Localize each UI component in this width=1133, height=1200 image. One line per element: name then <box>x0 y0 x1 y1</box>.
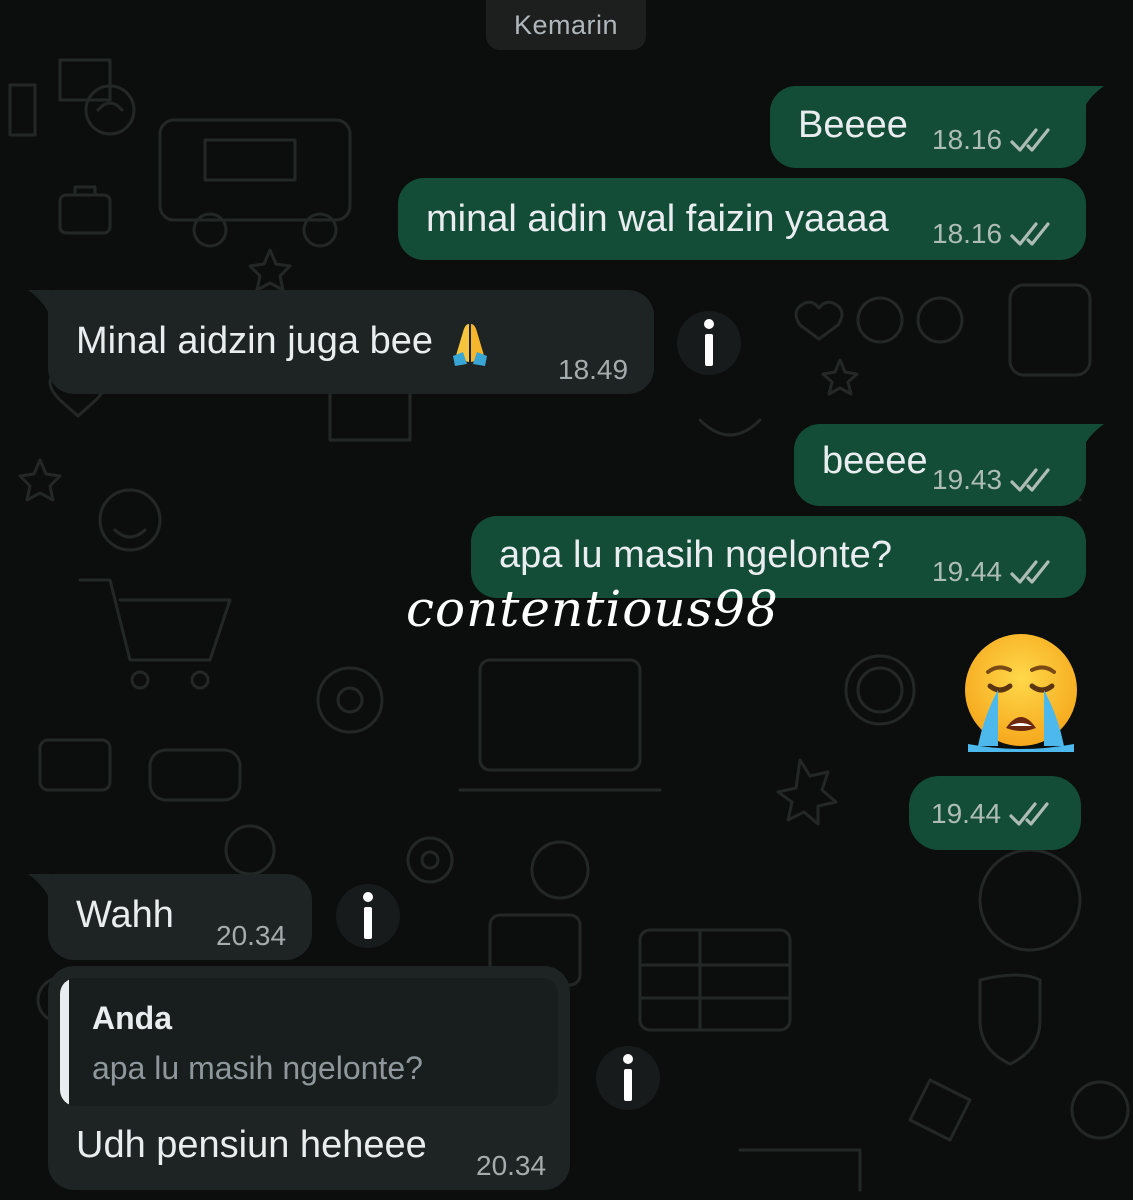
message-text: Wahh <box>76 894 174 936</box>
message-meta: 18.16 <box>932 218 1056 250</box>
message-text: apa lu masih ngelonte? <box>499 534 892 576</box>
message-meta: 19.43 <box>932 464 1056 496</box>
info-icon <box>363 892 373 939</box>
info-icon <box>704 319 714 366</box>
outgoing-message[interactable]: 19.44 <box>909 776 1081 850</box>
bubble-tail <box>1080 424 1104 446</box>
info-icon <box>623 1054 633 1101</box>
message-text: Minal aidzin juga bee <box>76 320 493 366</box>
info-button[interactable] <box>596 1046 660 1110</box>
incoming-reply-message[interactable]: Anda apa lu masih ngelonte? Udh pensiun … <box>48 966 570 1190</box>
message-time: 20.34 <box>216 920 287 951</box>
double-check-icon <box>1010 222 1050 246</box>
message-text: minal aidin wal faizin yaaaa <box>426 198 889 240</box>
message-text: beeee <box>822 440 928 482</box>
double-check-icon <box>1010 560 1050 584</box>
message-time: 19.44 <box>932 556 1003 587</box>
info-button[interactable] <box>677 311 741 375</box>
message-time: 18.16 <box>932 218 1003 249</box>
double-check-icon <box>1010 128 1050 152</box>
double-check-icon <box>1010 468 1050 492</box>
outgoing-message[interactable]: Beeee 18.16 <box>770 86 1086 168</box>
message-time: 18.49 <box>558 354 629 385</box>
bubble-tail <box>28 874 52 896</box>
message-meta: 20.34 <box>216 920 286 952</box>
bubble-tail <box>28 290 52 312</box>
quote-bar <box>60 978 69 1106</box>
message-meta: 19.44 <box>931 798 1055 830</box>
double-check-icon <box>1009 802 1049 826</box>
message-time: 19.44 <box>931 798 1002 829</box>
message-time: 18.16 <box>932 124 1003 155</box>
watermark-text: contentious98 <box>406 580 779 638</box>
info-button[interactable] <box>336 884 400 948</box>
outgoing-message[interactable]: minal aidin wal faizin yaaaa 18.16 <box>398 178 1086 260</box>
message-time: 20.34 <box>476 1150 547 1181</box>
quote-author: Anda <box>92 1000 172 1036</box>
message-text: Beeee <box>798 104 908 146</box>
incoming-message[interactable]: Wahh 20.34 <box>48 874 312 960</box>
message-meta: 18.16 <box>932 124 1056 156</box>
outgoing-message[interactable]: beeee 19.43 <box>794 424 1086 506</box>
quoted-message[interactable]: Anda apa lu masih ngelonte? <box>60 978 558 1106</box>
message-text-content: Minal aidzin juga bee <box>76 320 434 363</box>
incoming-message[interactable]: Minal aidzin juga bee 18.49 <box>48 290 654 394</box>
message-meta: 20.34 <box>476 1150 546 1182</box>
quote-text: apa lu masih ngelonte? <box>92 1050 423 1086</box>
bubble-tail <box>1080 86 1104 108</box>
date-divider: Kemarin <box>486 0 646 50</box>
message-text: Udh pensiun heheee <box>76 1124 427 1166</box>
folded-hands-emoji <box>453 324 488 366</box>
message-meta: 18.49 <box>558 354 628 386</box>
loudly-crying-face-emoji[interactable] <box>958 632 1084 758</box>
message-meta: 19.44 <box>932 556 1056 588</box>
message-time: 19.43 <box>932 464 1003 495</box>
